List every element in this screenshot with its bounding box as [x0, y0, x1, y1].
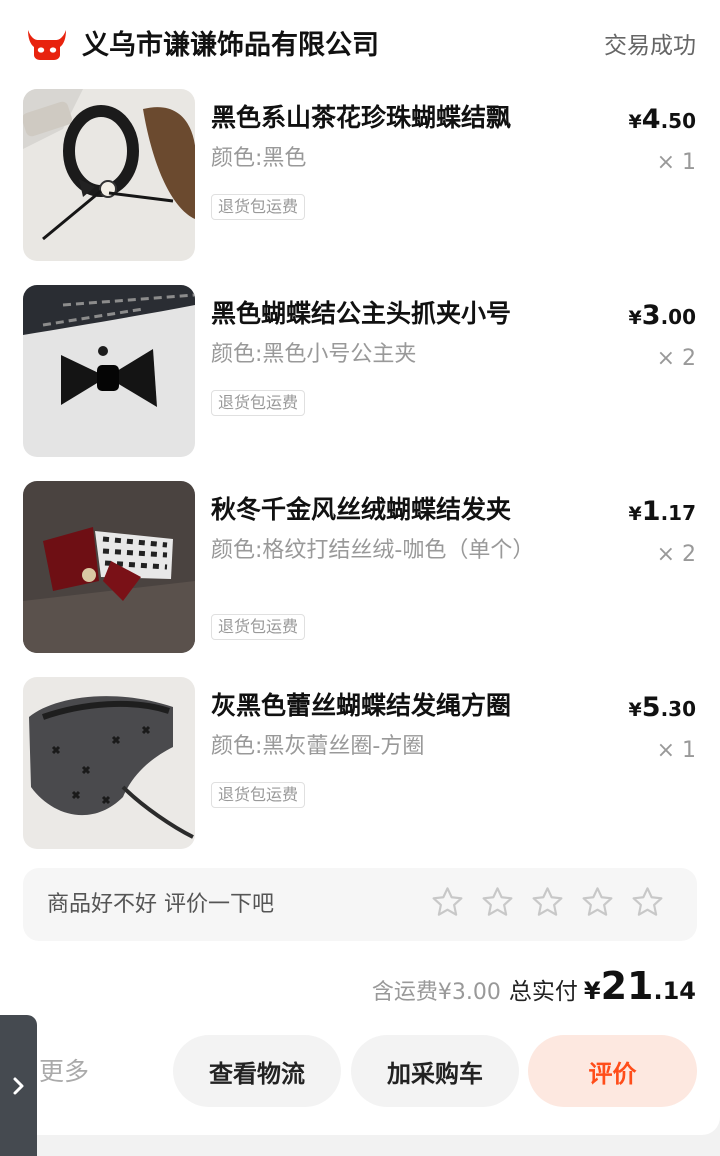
price-decimal: .50 [660, 109, 696, 133]
total-currency: ¥ [583, 977, 601, 1005]
product-spec: 颜色:格纹打结丝绒-咖色（单个） [211, 538, 535, 563]
product-title[interactable]: 黑色蝴蝶结公主头抓夹小号 [211, 297, 541, 331]
product-image[interactable] [23, 89, 195, 261]
free-return-shipping-tag: 退货包运费 [211, 194, 306, 220]
shipping-fee: 含运费¥3.00 [371, 980, 501, 1005]
product-price: ¥5.30 [629, 691, 696, 728]
price-decimal: .30 [660, 697, 696, 721]
product-title[interactable]: 秋冬千金风丝绒蝴蝶结发夹 [211, 493, 541, 527]
rating-box[interactable]: 商品好不好 评价一下吧 [23, 868, 697, 941]
price-currency: ¥ [628, 307, 642, 329]
price-currency: ¥ [628, 111, 642, 133]
star-outline-icon[interactable] [529, 884, 566, 921]
free-return-shipping-tag: 退货包运费 [211, 390, 306, 416]
price-decimal: .17 [660, 501, 696, 525]
product-quantity: × 2 [656, 346, 696, 371]
product-spec: 颜色:黑色小号公主夹 [211, 342, 417, 367]
product-title[interactable]: 黑色系山茶花珍珠蝴蝶结飘 [211, 101, 541, 135]
chevron-right-icon [11, 1074, 27, 1098]
product-quantity: × 1 [656, 738, 696, 763]
star-outline-icon[interactable] [629, 884, 666, 921]
product-spec: 颜色:黑色 [211, 146, 307, 171]
side-expand-tab[interactable] [0, 1015, 37, 1156]
free-return-shipping-tag: 退货包运费 [211, 782, 306, 808]
order-header: 义乌市谦谦饰品有限公司 交易成功 [0, 0, 720, 90]
product-image[interactable] [23, 285, 195, 457]
price-integer: 1 [641, 496, 661, 527]
order-item[interactable]: 秋冬千金风丝绒蝴蝶结发夹 颜色:格纹打结丝绒-咖色（单个） 退货包运费 ¥1.1… [0, 481, 720, 656]
product-title[interactable]: 灰黑色蕾丝蝴蝶结发绳方圈 [211, 689, 541, 723]
order-item[interactable]: 黑色系山茶花珍珠蝴蝶结飘 颜色:黑色 退货包运费 ¥4.50 × 1 [0, 89, 720, 264]
product-price: ¥1.17 [629, 495, 696, 532]
product-quantity: × 2 [656, 542, 696, 567]
product-spec: 颜色:黑灰蕾丝圈-方圈 [211, 734, 425, 759]
order-status: 交易成功 [604, 33, 696, 59]
total-paid-label: 总实付 [508, 979, 578, 1005]
rating-prompt: 商品好不好 评价一下吧 [47, 892, 274, 917]
add-to-cart-button[interactable]: 加采购车 [351, 1035, 519, 1107]
review-button[interactable]: 评价 [528, 1035, 697, 1107]
shop-name[interactable]: 义乌市谦谦饰品有限公司 [82, 26, 379, 66]
view-logistics-button[interactable]: 查看物流 [173, 1035, 341, 1107]
price-currency: ¥ [628, 699, 642, 721]
price-integer: 3 [641, 300, 661, 331]
product-image[interactable] [23, 481, 195, 653]
tmall-cat-icon [26, 26, 68, 62]
star-outline-icon[interactable] [479, 884, 516, 921]
star-outline-icon[interactable] [579, 884, 616, 921]
order-item[interactable]: 灰黑色蕾丝蝴蝶结发绳方圈 颜色:黑灰蕾丝圈-方圈 退货包运费 ¥5.30 × 1 [0, 677, 720, 852]
price-integer: 5 [641, 692, 661, 723]
product-image[interactable] [23, 677, 195, 849]
rating-stars[interactable] [429, 884, 666, 924]
order-card: 义乌市谦谦饰品有限公司 交易成功 黑色系山茶花珍珠蝴蝶结飘 颜色:黑色 退货包运… [0, 0, 720, 1135]
star-outline-icon[interactable] [429, 884, 466, 921]
total-integer: 21 [600, 964, 654, 1008]
product-price: ¥3.00 [629, 299, 696, 336]
more-actions-link[interactable]: 更多 [39, 1052, 89, 1092]
price-currency: ¥ [628, 503, 642, 525]
product-quantity: × 1 [656, 150, 696, 175]
product-price: ¥4.50 [629, 103, 696, 140]
total-decimal: .14 [653, 977, 696, 1005]
price-integer: 4 [641, 104, 661, 135]
order-item[interactable]: 黑色蝴蝶结公主头抓夹小号 颜色:黑色小号公主夹 退货包运费 ¥3.00 × 2 [0, 285, 720, 460]
price-decimal: .00 [660, 305, 696, 329]
order-total: 含运费¥3.00 总实付 ¥ 21 .14 [372, 964, 696, 1014]
free-return-shipping-tag: 退货包运费 [211, 614, 306, 640]
